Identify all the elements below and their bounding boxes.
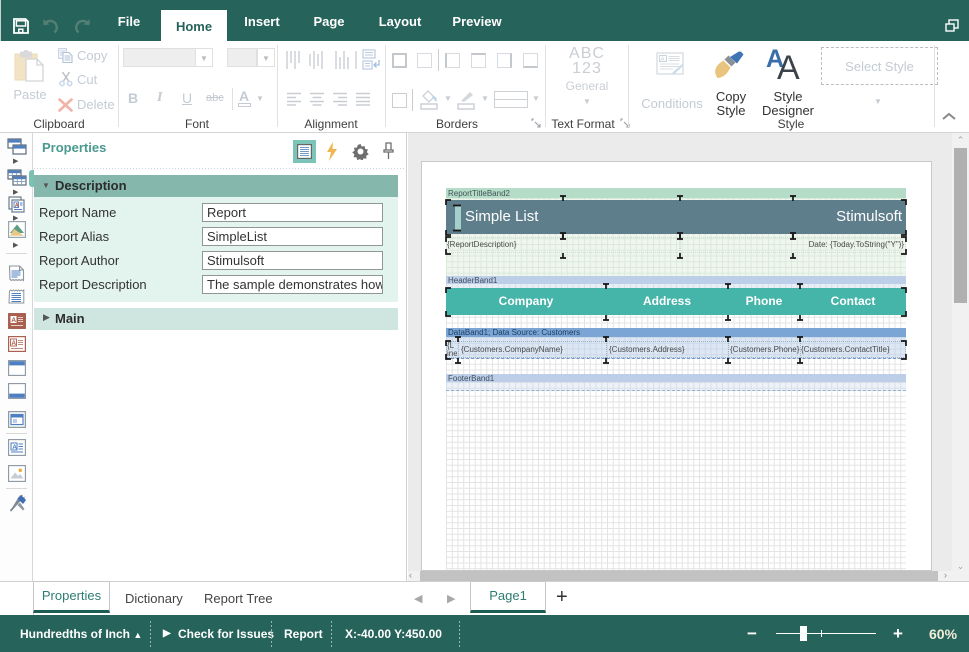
svg-text:A: A bbox=[15, 203, 19, 209]
svg-text:A: A bbox=[12, 444, 17, 451]
svg-text:A: A bbox=[777, 49, 800, 83]
svg-text:A: A bbox=[11, 340, 16, 347]
svg-text:A: A bbox=[11, 317, 16, 324]
svg-text:A: A bbox=[661, 57, 665, 63]
